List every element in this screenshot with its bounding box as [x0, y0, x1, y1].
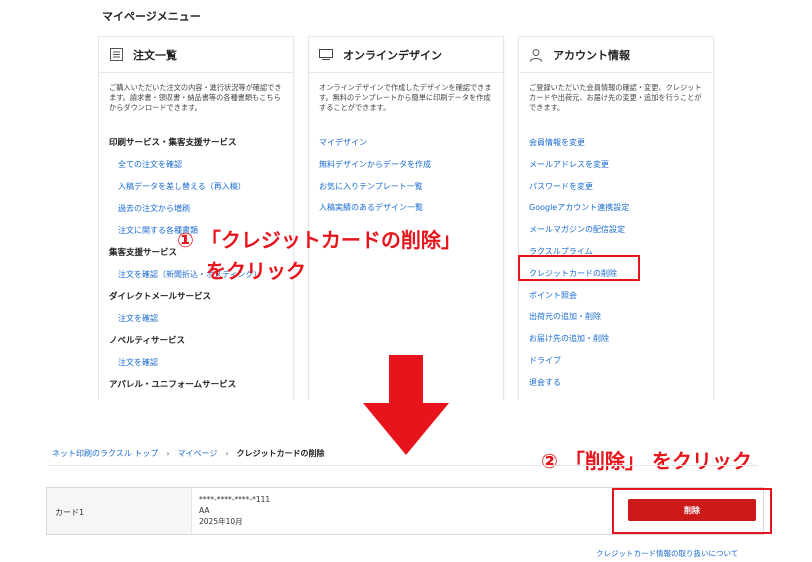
- panel-design-desc: オンラインデザインで作成したデザインを確認できます。無料のテンプレートから簡単に…: [319, 83, 492, 112]
- link-create-from-free[interactable]: 無料デザインからデータを作成: [319, 160, 431, 169]
- link-delivery-address[interactable]: お届け先の追加・削除: [529, 334, 609, 343]
- panel-account-header: アカウント情報: [519, 37, 713, 73]
- monitor-icon: [319, 48, 333, 62]
- user-icon: [529, 48, 543, 62]
- link-withdraw[interactable]: 退会する: [529, 378, 561, 387]
- down-arrow-icon: [363, 355, 449, 459]
- divider: [48, 465, 758, 466]
- link-uploaded-designs[interactable]: 入稿実績のあるデザイン一覧: [319, 203, 423, 212]
- link-all-orders[interactable]: 全ての注文を確認: [118, 160, 182, 169]
- link-points[interactable]: ポイント照会: [529, 291, 577, 300]
- annotation-step2: ② 「削除」 をクリック: [541, 449, 752, 473]
- panel-orders-header: 注文一覧: [99, 37, 293, 73]
- section-title: 印刷サービス・集客支援サービス: [109, 138, 237, 148]
- panel-account: アカウント情報 ご登録いただいた会員情報の確認・変更、クレジットカードや出荷元、…: [518, 36, 714, 400]
- breadcrumb-separator: ›: [166, 449, 170, 458]
- panel-design: オンラインデザイン オンラインデザインで作成したデザインを確認できます。無料のテ…: [308, 36, 504, 400]
- annotation-step1: ① 「クレジットカードの削除」: [177, 228, 461, 252]
- card-holder: AA: [199, 506, 210, 515]
- link-drive[interactable]: ドライブ: [529, 356, 561, 365]
- card-number: ****-****-****-*111: [199, 495, 271, 504]
- link-reupload[interactable]: 入稿データを差し替える（再入稿）: [118, 182, 246, 191]
- link-my-design[interactable]: マイデザイン: [319, 138, 367, 147]
- card-label: カード1: [55, 508, 85, 517]
- section-title: アパレル・ユニフォームサービス: [109, 380, 237, 390]
- panel-orders: 注文一覧 ご購入いただいた注文の内容・進行状況等が確認できます。請求書・領収書・…: [98, 36, 294, 400]
- panel-orders-desc: ご購入いただいた注文の内容・進行状況等が確認できます。請求書・領収書・納品書等の…: [109, 83, 282, 112]
- card-info-handling-link[interactable]: クレジットカード情報の取り扱いについて: [596, 548, 738, 559]
- card-info: ****-****-****-*111 AA 2025年10月: [199, 494, 270, 527]
- link-newsletter[interactable]: メールマガジンの配信設定: [529, 225, 625, 234]
- panel-account-title: アカウント情報: [553, 48, 630, 62]
- section-title: ダイレクトメールサービス: [109, 292, 212, 302]
- breadcrumb: ネット印刷のラクスル トップ › マイページ › クレジットカードの削除: [52, 448, 325, 459]
- list-icon: [109, 48, 123, 62]
- link-orders-dm[interactable]: 注文を確認: [118, 314, 158, 323]
- breadcrumb-separator: ›: [225, 449, 229, 458]
- link-change-email[interactable]: メールアドレスを変更: [529, 160, 609, 169]
- mypage-menu: マイページメニュー 注文一覧 ご購入いただいた注文の内容・進行状況等が確認できま…: [98, 0, 720, 400]
- link-reprint[interactable]: 過去の注文から増刷: [118, 204, 190, 213]
- breadcrumb-current: クレジットカードの削除: [236, 449, 325, 458]
- menu-heading: マイページメニュー: [102, 10, 201, 23]
- breadcrumb-mypage[interactable]: マイページ: [178, 448, 218, 459]
- link-change-password[interactable]: パスワードを変更: [529, 182, 593, 191]
- panel-design-title: オンラインデザイン: [343, 48, 442, 62]
- section-title: ノベルティサービス: [109, 336, 185, 346]
- panel-orders-title: 注文一覧: [133, 48, 177, 62]
- link-google-link[interactable]: Googleアカウント連携設定: [529, 203, 629, 212]
- annotation-step1-cont: をクリック: [206, 259, 306, 283]
- link-shipping-origin[interactable]: 出荷元の追加・削除: [529, 312, 601, 321]
- card-expiry: 2025年10月: [199, 517, 243, 526]
- design-list: マイデザイン 無料デザインからデータを作成 お気に入りテンプレート一覧 入稿実績…: [309, 129, 503, 216]
- link-favorite-templates[interactable]: お気に入りテンプレート一覧: [319, 182, 423, 191]
- link-member-info[interactable]: 会員情報を変更: [529, 138, 585, 147]
- highlight-delete-card-link: [518, 255, 640, 281]
- card-label-cell: カード1: [47, 488, 192, 534]
- highlight-delete-button: [612, 488, 772, 534]
- link-orders-novelty[interactable]: 注文を確認: [118, 358, 158, 367]
- panel-design-header: オンラインデザイン: [309, 37, 503, 73]
- breadcrumb-home[interactable]: ネット印刷のラクスル トップ: [52, 448, 158, 459]
- panel-account-desc: ご登録いただいた会員情報の確認・変更、クレジットカードや出荷元、お届け先の変更・…: [529, 83, 702, 112]
- section-title: 集客支援サービス: [109, 248, 178, 258]
